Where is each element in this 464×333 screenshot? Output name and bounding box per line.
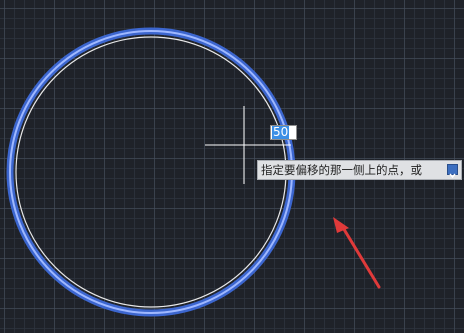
options-button[interactable] [447, 164, 458, 179]
dynamic-input-field[interactable]: 50 [270, 125, 297, 140]
selected-circle-highlight[interactable] [6, 27, 296, 317]
chevron-down-icon [449, 173, 456, 179]
dynamic-input-value[interactable]: 50 [272, 126, 290, 139]
command-prompt-text: 指定要偏移的那一侧上的点，或 [261, 163, 422, 177]
command-prompt-tooltip: 指定要偏移的那一侧上的点，或 [257, 160, 462, 180]
drawing-canvas[interactable]: 50 指定要偏移的那一侧上的点，或 [0, 0, 464, 333]
red-arrow-icon [333, 217, 381, 289]
offset-preview-circle [15, 36, 287, 308]
